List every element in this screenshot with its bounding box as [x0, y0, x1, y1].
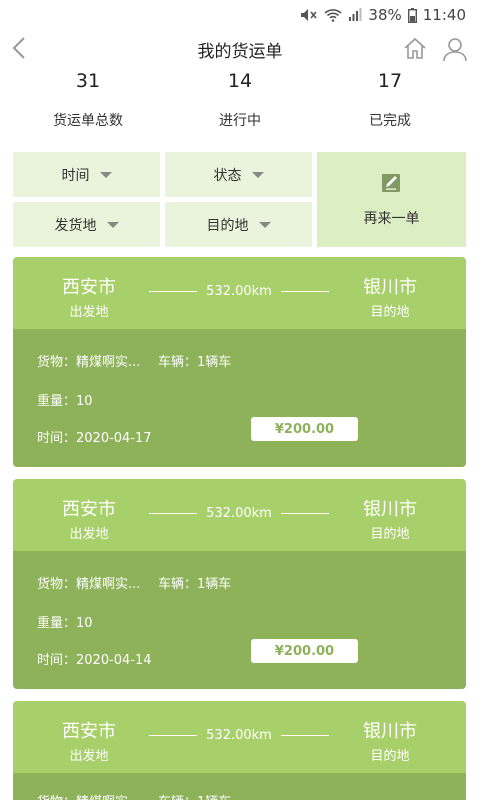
from-city: 西安市 — [62, 277, 116, 298]
signal-icon — [348, 8, 362, 22]
filter-status[interactable]: 状态 — [165, 152, 312, 197]
order-card[interactable]: 西安市 出发地 532.00km 银川市 目的地 货物：精煤啊实... 车辆：1… — [13, 257, 466, 467]
weight: 重量：10 — [37, 616, 93, 631]
filter-label: 状态 — [213, 167, 242, 184]
distance: 532.00km — [149, 506, 329, 521]
filter-panel: 时间 状态 发货地 目的地 再来一单 — [13, 152, 466, 247]
to-city: 银川市 — [363, 277, 417, 298]
from-city: 西安市 — [62, 499, 116, 520]
from-label: 出发地 — [69, 527, 109, 542]
weight: 重量：10 — [37, 394, 93, 409]
wifi-icon — [324, 8, 342, 22]
status-bar: 38% 11:40 — [0, 0, 480, 30]
cargo: 货物：精煤啊实... — [37, 791, 140, 800]
reorder-label: 再来一单 — [363, 210, 420, 227]
to-city: 银川市 — [363, 721, 417, 742]
battery-icon — [407, 7, 417, 23]
stat-label: 进行中 — [219, 113, 261, 129]
divider — [149, 513, 197, 514]
distance: 532.00km — [149, 728, 329, 743]
order-date: 时间：2020-04-17 — [37, 431, 152, 446]
filter-label: 发货地 — [54, 217, 97, 234]
stat-completed[interactable]: 17 已完成 — [310, 68, 470, 130]
order-card[interactable]: 西安市 出发地 532.00km 银川市 目的地 货物：精煤啊实... 车辆：1… — [13, 479, 466, 689]
distance: 532.00km — [149, 284, 329, 299]
order-card[interactable]: 西安市 出发地 532.00km 银川市 目的地 货物：精煤啊实... 车辆：1… — [13, 701, 466, 800]
filter-label: 目的地 — [206, 217, 249, 234]
stat-label: 已完成 — [369, 113, 411, 129]
distance-value: 532.00km — [206, 506, 272, 521]
caret-down-icon — [99, 171, 112, 178]
vehicle: 车辆：1辆车 — [158, 355, 232, 370]
divider — [281, 735, 329, 736]
distance-value: 532.00km — [206, 728, 272, 743]
divider — [281, 513, 329, 514]
to-label: 目的地 — [370, 749, 410, 764]
to-label: 目的地 — [370, 527, 410, 542]
stat-value: 31 — [75, 70, 101, 92]
filter-label: 时间 — [61, 167, 90, 184]
stat-in-progress[interactable]: 14 进行中 — [160, 68, 320, 130]
caret-down-icon — [106, 221, 119, 228]
stat-total[interactable]: 31 货运单总数 — [8, 68, 168, 130]
filter-time[interactable]: 时间 — [13, 152, 160, 197]
vehicle: 车辆：1辆车 — [158, 791, 231, 800]
mute-icon — [300, 8, 318, 22]
reorder-button[interactable]: 再来一单 — [317, 152, 466, 247]
distance-value: 532.00km — [206, 284, 272, 299]
clock: 11:40 — [422, 6, 466, 24]
from-label: 出发地 — [69, 305, 109, 320]
cargo: 货物：精煤啊实... — [37, 577, 141, 592]
to-label: 目的地 — [370, 305, 410, 320]
stat-label: 货运单总数 — [53, 113, 123, 129]
header: 我的货运单 — [0, 30, 480, 66]
cargo: 货物：精煤啊实... — [37, 355, 141, 370]
order-date: 时间：2020-04-14 — [37, 653, 152, 668]
from-label: 出发地 — [69, 749, 109, 764]
filter-destination[interactable]: 目的地 — [165, 202, 312, 247]
to-city: 银川市 — [363, 499, 417, 520]
vehicle: 车辆：1辆车 — [158, 577, 232, 592]
battery-level: 38% — [368, 6, 402, 24]
divider — [281, 291, 329, 292]
price-badge: ¥200.00 — [251, 639, 358, 663]
stat-value: 14 — [227, 70, 253, 92]
edit-icon — [381, 172, 403, 198]
home-icon[interactable] — [402, 36, 428, 62]
caret-down-icon — [258, 221, 271, 228]
user-icon[interactable] — [442, 36, 468, 62]
from-city: 西安市 — [62, 721, 116, 742]
price-badge: ¥200.00 — [251, 417, 358, 441]
divider — [149, 291, 197, 292]
filter-origin[interactable]: 发货地 — [13, 202, 160, 247]
order-stats: 31 货运单总数 14 进行中 17 已完成 — [0, 68, 480, 138]
stat-value: 17 — [377, 70, 403, 92]
caret-down-icon — [251, 171, 264, 178]
divider — [149, 735, 197, 736]
